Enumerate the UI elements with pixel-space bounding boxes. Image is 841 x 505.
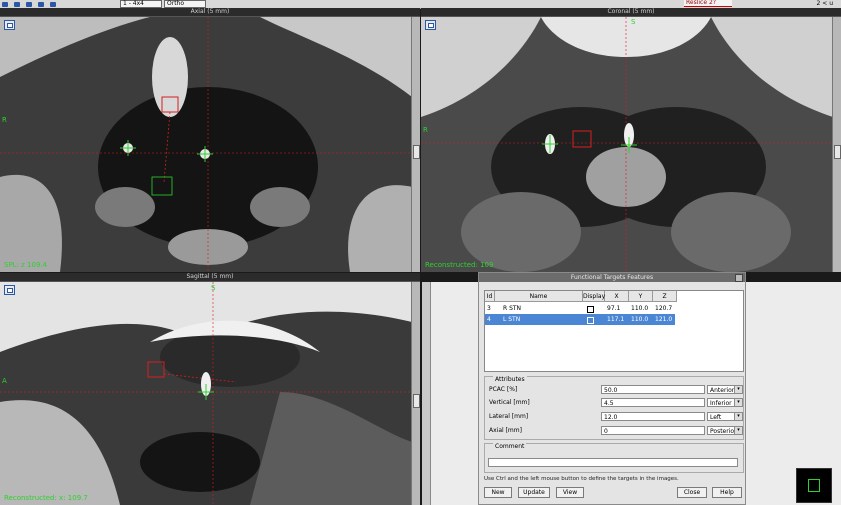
toolbar-icons — [2, 0, 56, 8]
column-header-z[interactable]: Z — [653, 291, 677, 302]
column-header-name[interactable]: Name — [495, 291, 583, 302]
coronal-mri-image[interactable] — [421, 17, 833, 272]
cell-id: 3 — [487, 305, 491, 312]
column-header-display[interactable]: Display — [583, 291, 605, 302]
view-select[interactable]: 1 - 4x4 — [120, 0, 162, 8]
save-icon[interactable] — [14, 1, 20, 7]
maximize-icon[interactable] — [425, 20, 436, 30]
coronal-scroll-thumb[interactable] — [834, 145, 841, 159]
pcac-direction-value: Anterior — [710, 387, 735, 394]
chevron-down-icon[interactable]: ▾ — [734, 386, 742, 393]
layout-select[interactable]: Ortho — [164, 0, 206, 8]
chevron-down-icon[interactable]: ▾ — [734, 427, 742, 434]
axial-orientation-label: R — [2, 116, 7, 124]
sagittal-view-panel[interactable]: Sagittal (5 mm) A S Reconstructed: x: 10… — [0, 273, 420, 505]
attribute-row-vertical: Vertical [mm] 4.5 Inferior ▾ — [489, 398, 743, 408]
instruction-text: Use Ctrl and the left mouse button to de… — [484, 476, 679, 482]
status-field: Reslice 2? — [684, 0, 732, 7]
new-button[interactable]: New — [484, 487, 512, 498]
table-row[interactable]: 3 R STN 97.1 110.0 120.7 — [485, 303, 675, 314]
sagittal-scrollbar[interactable] — [411, 282, 420, 505]
attribute-row-axial: Axial [mm] 0 Posterior ▾ — [489, 426, 743, 436]
navigator-thumbnail[interactable] — [796, 468, 832, 503]
cell-x: 97.1 — [607, 305, 621, 312]
print-icon[interactable] — [50, 1, 56, 7]
undo-icon[interactable] — [26, 1, 32, 7]
vertical-direction-select[interactable]: Inferior ▾ — [707, 398, 743, 407]
axial-input[interactable]: 0 — [601, 426, 705, 435]
maximize-icon[interactable] — [4, 20, 15, 30]
help-button[interactable]: Help — [712, 487, 742, 498]
sagittal-orientation-label: A — [2, 377, 7, 385]
lateral-input[interactable]: 12.0 — [601, 412, 705, 421]
cell-id: 4 — [487, 316, 491, 323]
axial-view-title: Axial (5 mm) — [0, 8, 420, 17]
axial-readout: SPL: z 109.4 — [4, 261, 48, 269]
axial-label: Axial [mm] — [489, 427, 522, 434]
dialog-title: Functional Targets Features — [479, 273, 745, 282]
coronal-orientation-label: R — [423, 126, 428, 134]
sagittal-scroll-thumb[interactable] — [413, 394, 420, 408]
close-button[interactable]: Close — [677, 487, 707, 498]
axial-scroll-thumb[interactable] — [413, 145, 420, 159]
vertical-direction-value: Inferior — [710, 400, 732, 407]
zoom-readout: 2 < u — [816, 0, 833, 7]
cell-y: 110.0 — [631, 316, 649, 323]
cell-x: 117.1 — [607, 316, 625, 323]
pcac-label: PCAC [%] — [489, 386, 518, 393]
close-icon[interactable] — [735, 274, 743, 282]
axial-direction-value: Posterior — [710, 428, 737, 435]
sagittal-readout: Reconstructed: x: 109.7 — [4, 494, 88, 502]
lateral-direction-value: Left — [710, 414, 722, 421]
chevron-down-icon[interactable]: ▾ — [734, 413, 742, 420]
axial-direction-select[interactable]: Posterior ▾ — [707, 426, 743, 435]
sagittal-mri-image[interactable] — [0, 282, 412, 505]
view-button[interactable]: View — [556, 487, 584, 498]
coronal-superior-label: S — [631, 18, 636, 26]
functional-targets-dialog: Functional Targets Features Id Name Disp… — [478, 272, 746, 505]
axial-scrollbar[interactable] — [411, 17, 420, 272]
cell-z: 120.7 — [655, 305, 673, 312]
comment-input[interactable] — [488, 458, 738, 467]
attributes-legend: Attributes — [493, 376, 527, 384]
redo-icon[interactable] — [38, 1, 44, 7]
dialog-title-text: Functional Targets Features — [570, 274, 654, 281]
attribute-row-lateral: Lateral [mm] 12.0 Left ▾ — [489, 412, 743, 422]
display-checkbox[interactable] — [583, 314, 605, 325]
comment-group: Comment — [484, 443, 744, 473]
column-header-id[interactable]: Id — [485, 291, 495, 302]
coronal-view-panel[interactable]: Coronal (5 mm) R S Reconstructed: 109 — [421, 8, 841, 272]
targets-table: Id Name Display X Y Z 3 R STN 97.1 110.0… — [484, 290, 744, 372]
display-checkbox[interactable] — [583, 303, 605, 314]
sagittal-superior-label: S — [211, 284, 216, 292]
open-icon[interactable] — [2, 1, 8, 7]
axial-mri-image[interactable] — [0, 17, 412, 272]
workspace-scrollbar[interactable] — [422, 282, 431, 505]
cell-y: 110.0 — [631, 305, 649, 312]
coronal-readout: Reconstructed: 109 — [425, 261, 494, 269]
pcac-input[interactable]: 50.0 — [601, 385, 705, 394]
sagittal-view-title: Sagittal (5 mm) — [0, 273, 420, 282]
coronal-view-title: Coronal (5 mm) — [421, 8, 841, 17]
vertical-input[interactable]: 4.5 — [601, 398, 705, 407]
attribute-row-pcac: PCAC [%] 50.0 Anterior ▾ — [489, 385, 743, 395]
coronal-scrollbar[interactable] — [832, 17, 841, 272]
update-button[interactable]: Update — [518, 487, 550, 498]
pcac-direction-select[interactable]: Anterior ▾ — [707, 385, 743, 394]
vertical-label: Vertical [mm] — [489, 399, 530, 406]
maximize-icon[interactable] — [4, 285, 15, 295]
cell-z: 121.0 — [655, 316, 673, 323]
column-header-y[interactable]: Y — [629, 291, 653, 302]
axial-view-panel[interactable]: Axial (5 mm) R SPL: z 109.4 — [0, 8, 420, 272]
table-row-selected[interactable]: 4 L STN 117.1 110.0 121.0 — [485, 314, 675, 325]
column-header-x[interactable]: X — [605, 291, 629, 302]
lateral-direction-select[interactable]: Left ▾ — [707, 412, 743, 421]
lateral-label: Lateral [mm] — [489, 413, 529, 420]
chevron-down-icon[interactable]: ▾ — [734, 399, 742, 406]
cell-name: L STN — [503, 316, 521, 323]
cell-name: R STN — [503, 305, 522, 312]
comment-legend: Comment — [493, 443, 527, 451]
attributes-group: Attributes PCAC [%] 50.0 Anterior ▾ Verti… — [484, 376, 744, 440]
